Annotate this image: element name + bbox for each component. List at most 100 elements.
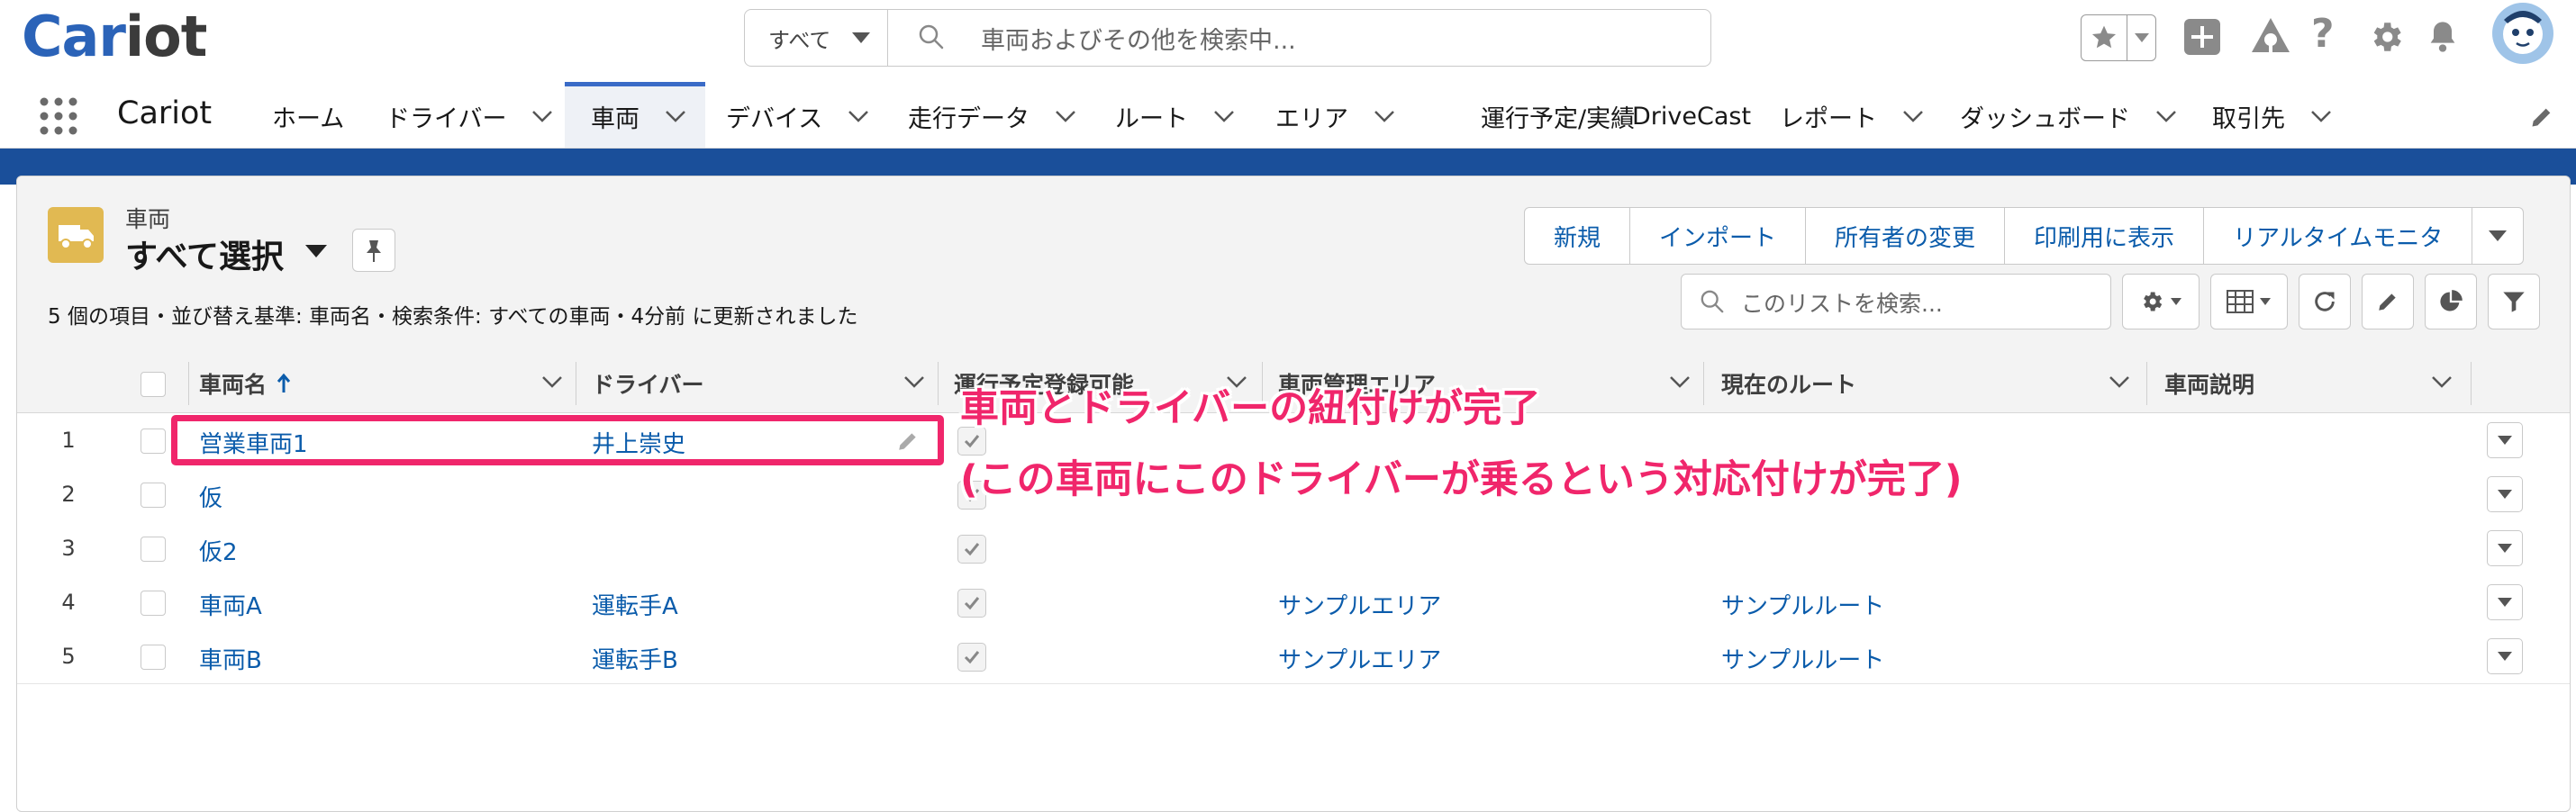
nav-item-reports[interactable]: レポート (1780, 85, 1924, 148)
chevron-down-icon[interactable] (2310, 110, 2332, 122)
chevron-down-icon[interactable] (2155, 110, 2177, 122)
row-actions-button[interactable] (2487, 476, 2523, 512)
list-view-title[interactable]: すべて選択 (125, 230, 284, 277)
nav-item-schedule[interactable]: 運行予定/実績 (1481, 85, 1635, 148)
chevron-down-icon[interactable] (531, 110, 553, 122)
nav-item-areas[interactable]: エリア (1275, 85, 1395, 148)
caret-down-icon (2489, 230, 2508, 241)
row-actions-button[interactable] (2487, 530, 2523, 566)
import-button[interactable]: インポート (1630, 208, 1807, 264)
setup-gear-icon[interactable] (2367, 18, 2405, 56)
nav-item-routes[interactable]: ルート (1115, 85, 1235, 148)
change-owner-button[interactable]: 所有者の変更 (1806, 208, 2006, 264)
caret-down-icon (2498, 490, 2512, 499)
chevron-down-icon[interactable] (2431, 374, 2453, 389)
column-divider (188, 362, 189, 405)
favorites-button[interactable] (2081, 14, 2156, 61)
user-avatar[interactable] (2491, 2, 2554, 65)
chevron-down-icon[interactable] (665, 110, 686, 122)
list-settings-button[interactable] (2122, 274, 2200, 329)
row-checkbox[interactable] (141, 483, 166, 508)
chevron-down-icon[interactable] (1055, 110, 1076, 122)
chevron-down-icon[interactable] (1374, 110, 1395, 122)
row-checkbox[interactable] (141, 429, 166, 454)
nav-item-trip-data[interactable]: 走行データ (908, 85, 1076, 148)
sort-ascending-icon (277, 373, 291, 392)
chevron-down-icon[interactable] (1213, 110, 1235, 122)
nav-item-label: ダッシュボード (1960, 104, 2130, 133)
driver-link[interactable]: 運転手B (592, 642, 678, 675)
area-link[interactable]: サンプルエリア (1278, 642, 1441, 675)
pin-list-button[interactable] (352, 229, 395, 272)
truck-icon (48, 207, 104, 263)
vehicle-name-link[interactable]: 仮 (199, 480, 222, 513)
caret-down-icon (2498, 436, 2512, 445)
list-view-info: 5 個の項目・並び替え基準: 車両名・検索条件: すべての車両・4分前 に更新さ… (48, 305, 858, 329)
caret-down-icon (2171, 298, 2181, 305)
nav-item-dashboards[interactable]: ダッシュボード (1960, 85, 2177, 148)
select-all-checkbox[interactable] (141, 372, 166, 397)
notification-bell-icon[interactable] (2425, 18, 2461, 56)
row-actions-button[interactable] (2487, 422, 2523, 458)
charts-button[interactable] (2425, 274, 2477, 329)
realtime-monitor-button[interactable]: リアルタイムモニタ (2204, 208, 2473, 264)
printable-view-button[interactable]: 印刷用に表示 (2005, 208, 2205, 264)
route-link[interactable]: サンプルルート (1721, 642, 1884, 675)
chevron-down-icon[interactable] (2109, 374, 2130, 389)
column-header-current-route[interactable]: 現在のルート (1721, 355, 1856, 412)
chevron-down-icon[interactable] (1902, 110, 1924, 122)
inline-edit-button[interactable] (2362, 274, 2414, 329)
list-search-input[interactable]: このリストを検索... (1741, 286, 1943, 319)
row-checkbox[interactable] (141, 591, 166, 616)
nav-item-devices[interactable]: デバイス (726, 85, 869, 148)
app-nav-bar: Cariot ホーム ドライバー 車両 デバイス 走行データ ルート エリア 運… (0, 82, 2576, 149)
row-actions-button[interactable] (2487, 638, 2523, 674)
trailhead-icon[interactable] (2250, 16, 2291, 56)
filter-button[interactable] (2488, 274, 2540, 329)
schedulable-checkbox (957, 643, 986, 672)
driver-link[interactable]: 運転手A (592, 588, 678, 621)
chevron-down-icon[interactable] (1669, 374, 1691, 389)
search-input[interactable]: 車両およびその他を検索中... (981, 21, 1296, 56)
global-search: すべて 車両およびその他を検索中... (744, 9, 1711, 67)
search-scope-select[interactable]: すべて (745, 10, 888, 66)
nav-item-vehicles[interactable]: 車両 (591, 85, 686, 148)
vehicle-name-link[interactable]: 車両B (199, 642, 262, 675)
column-divider (1703, 362, 1704, 405)
nav-item-accounts[interactable]: 取引先 (2212, 85, 2332, 148)
app-launcher-icon[interactable] (38, 95, 79, 137)
row-actions-button[interactable] (2487, 584, 2523, 620)
column-header-vehicle-name[interactable]: 車両名 (199, 355, 292, 412)
refresh-button[interactable] (2299, 274, 2351, 329)
nav-item-home[interactable]: ホーム (272, 85, 344, 148)
nav-item-drivecast[interactable]: DriveCast (1632, 85, 1751, 148)
check-icon (964, 597, 980, 610)
new-button[interactable]: 新規 (1525, 208, 1631, 264)
area-link[interactable]: サンプルエリア (1278, 588, 1441, 621)
chevron-down-icon[interactable] (903, 374, 925, 389)
row-checkbox[interactable] (141, 645, 166, 670)
display-as-button[interactable] (2210, 274, 2288, 329)
help-icon[interactable]: ? (2311, 11, 2335, 57)
nav-item-drivers[interactable]: ドライバー (385, 85, 553, 148)
object-label: 車両 (125, 206, 171, 232)
cariot-logo[interactable]: Cariot (22, 4, 207, 69)
chevron-down-icon[interactable] (541, 374, 563, 389)
vehicle-name-link[interactable]: 車両A (199, 588, 262, 621)
edit-nav-pencil-icon[interactable] (2529, 104, 2554, 130)
row-checkbox[interactable] (141, 537, 166, 562)
row-number: 3 (61, 536, 76, 561)
column-header-description[interactable]: 車両説明 (2164, 355, 2254, 412)
column-header-driver[interactable]: ドライバー (592, 355, 704, 412)
column-header-label: 現在のルート (1721, 372, 1857, 398)
nav-item-label: デバイス (726, 104, 823, 133)
route-link[interactable]: サンプルルート (1721, 588, 1884, 621)
nav-item-label: 車両 (591, 104, 639, 133)
more-actions-button[interactable] (2472, 208, 2523, 264)
nav-item-label: レポート (1780, 104, 1877, 133)
add-icon[interactable] (2183, 18, 2221, 56)
chevron-down-icon[interactable] (848, 110, 869, 122)
vehicle-name-link[interactable]: 仮2 (199, 534, 238, 567)
list-view-switcher-icon[interactable] (305, 245, 327, 257)
search-icon (1700, 289, 1725, 314)
